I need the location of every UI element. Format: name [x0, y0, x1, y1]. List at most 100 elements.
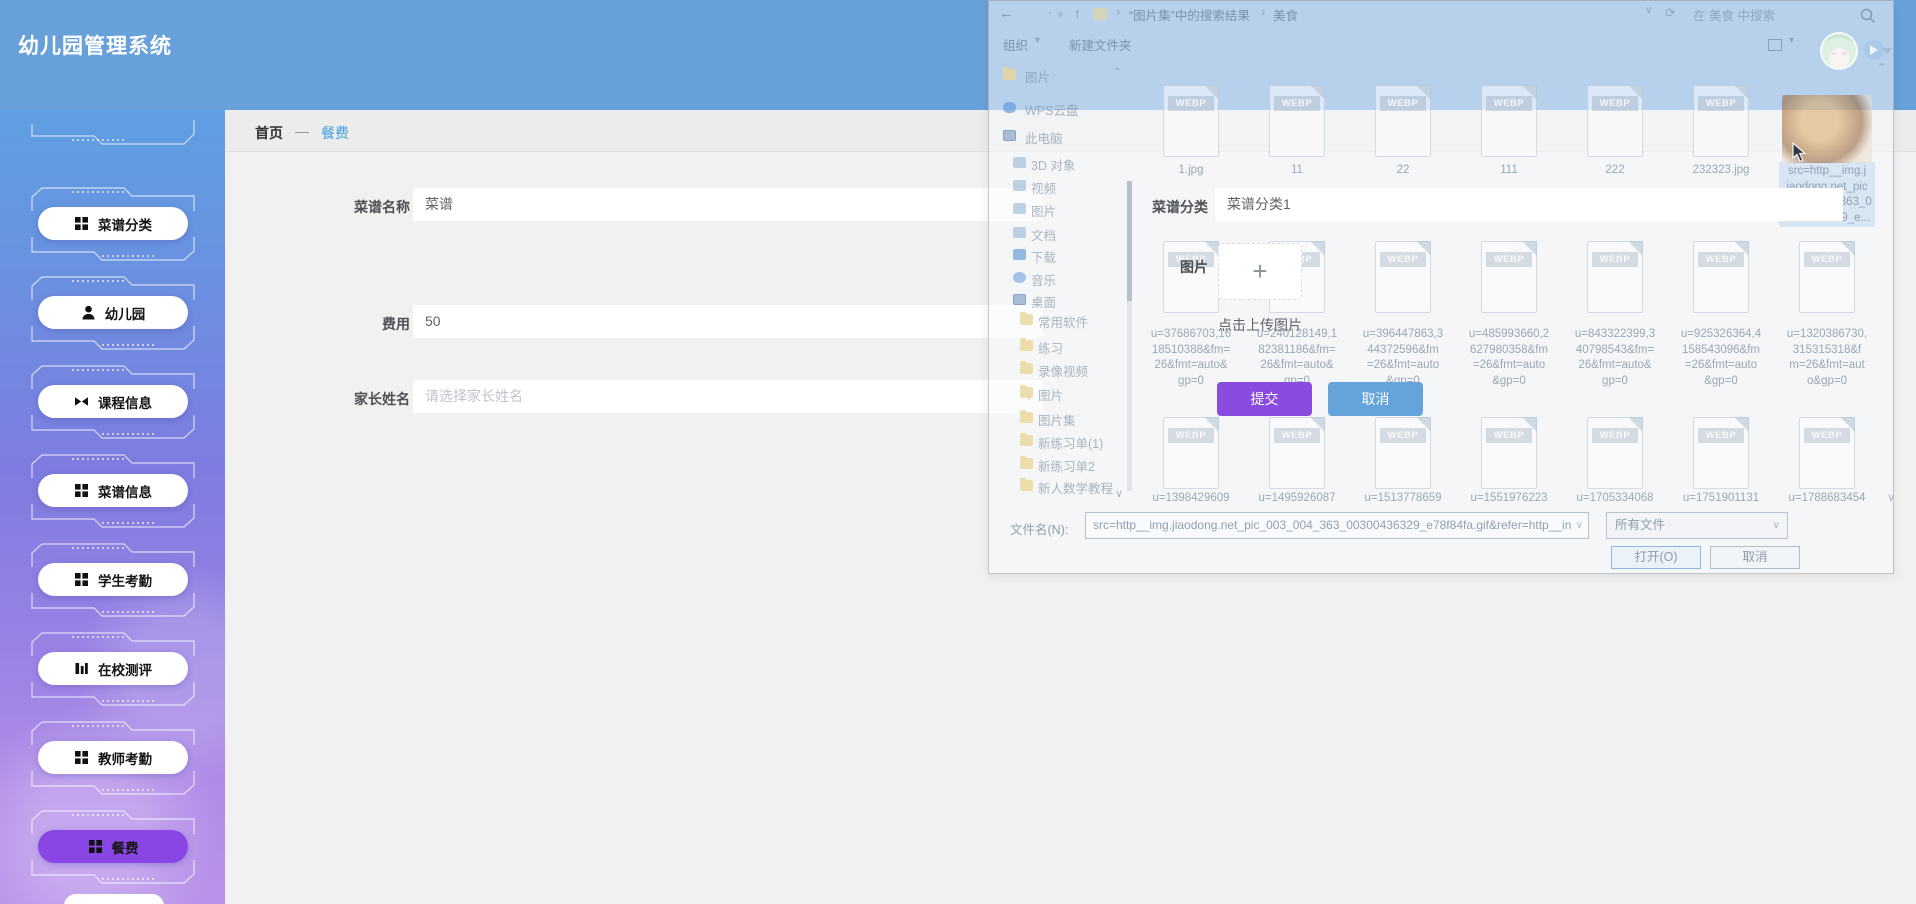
- view-mode-icon[interactable]: [1768, 39, 1782, 51]
- tree-item-录像视频[interactable]: 录像视频: [1038, 361, 1088, 380]
- grid-more-chevron-icon[interactable]: ∨: [1887, 491, 1895, 504]
- file-icon-webp[interactable]: WEBP: [1481, 85, 1537, 157]
- sidebar-pill[interactable]: 菜谱信息: [38, 474, 188, 507]
- file-icon-webp[interactable]: WEBP: [1587, 85, 1643, 157]
- recipe-name-input[interactable]: 菜谱: [413, 188, 1043, 221]
- file-icon-webp[interactable]: WEBP: [1375, 85, 1431, 157]
- image-upload-box[interactable]: +: [1218, 243, 1302, 300]
- file-icon-webp[interactable]: WEBP: [1693, 417, 1749, 489]
- file-name[interactable]: u=1320386730, 315315318&f m=26&fmt=aut o&gp…: [1777, 327, 1877, 389]
- submit-button[interactable]: 提交: [1217, 382, 1312, 416]
- sidebar-item-菜谱分类[interactable]: 菜谱分类: [28, 185, 198, 263]
- file-icon-webp[interactable]: WEBP: [1693, 241, 1749, 313]
- file-icon-webp[interactable]: WEBP: [1799, 417, 1855, 489]
- tree-item-3D 对象[interactable]: 3D 对象: [1031, 155, 1075, 174]
- sidebar-pill[interactable]: 幼儿园: [38, 296, 188, 329]
- view-caret-icon[interactable]: ▾: [1789, 35, 1794, 46]
- sidebar-pill[interactable]: 餐费: [38, 830, 188, 863]
- fee-input[interactable]: 50: [413, 305, 1043, 338]
- tree-item-音乐[interactable]: 音乐: [1031, 270, 1056, 289]
- breadcrumb-home[interactable]: 首页: [255, 123, 283, 143]
- parent-name-select[interactable]: 请选择家长姓名 ∨: [413, 380, 1043, 413]
- tree-item-图片[interactable]: 图片: [1038, 385, 1063, 404]
- new-folder-button[interactable]: 新建文件夹: [1069, 35, 1132, 54]
- file-icon-webp[interactable]: WEBP: [1269, 85, 1325, 157]
- webp-label: WEBP: [1380, 428, 1426, 443]
- file-icon-webp[interactable]: WEBP: [1799, 241, 1855, 313]
- file-name[interactable]: 111: [1459, 163, 1559, 179]
- file-icon-webp[interactable]: WEBP: [1587, 417, 1643, 489]
- file-name[interactable]: u=485993660,2 627980358&fm =26&fmt=auto &gp…: [1459, 327, 1559, 389]
- tree-item-常用软件[interactable]: 常用软件: [1038, 312, 1088, 331]
- breadcrumb-current[interactable]: 餐费: [321, 123, 349, 143]
- webp-label: WEBP: [1486, 96, 1532, 111]
- file-name[interactable]: 222: [1565, 163, 1665, 179]
- tree-scrollbar[interactable]: [1127, 181, 1132, 491]
- dialog-cancel-button[interactable]: 取消: [1710, 546, 1800, 569]
- file-icon-webp[interactable]: WEBP: [1163, 241, 1219, 313]
- tree-item-新练习单2[interactable]: 新练习单2: [1038, 456, 1095, 475]
- sidebar-pill[interactable]: 教师考勤: [38, 741, 188, 774]
- tree-item-桌面[interactable]: 桌面: [1031, 292, 1056, 311]
- collapse-icon[interactable]: ⌃: [1877, 61, 1886, 74]
- tree-item-图片集[interactable]: 图片集: [1038, 410, 1076, 429]
- file-name[interactable]: u=37686703,16 18510388&fm= 26&fmt=auto& gp=…: [1141, 327, 1241, 389]
- sidebar-item-菜谱信息[interactable]: 菜谱信息: [28, 452, 198, 530]
- file-icon-webp[interactable]: WEBP: [1375, 241, 1431, 313]
- address-chevron-icon[interactable]: ∨: [1645, 5, 1652, 16]
- sidebar-item-教师考勤[interactable]: 教师考勤: [28, 719, 198, 797]
- tree-more-chevron-icon[interactable]: ∨: [1115, 487, 1123, 500]
- sidebar-pill[interactable]: 在校测评: [38, 652, 188, 685]
- dialog-breadcrumb-search[interactable]: “图片集”中的搜索结果: [1129, 5, 1250, 24]
- sidebar-pill[interactable]: 课程信息: [38, 385, 188, 418]
- grid-icon: [75, 484, 88, 497]
- tree-item-新练习单(1)[interactable]: 新练习单(1): [1038, 433, 1103, 452]
- file-icon-webp[interactable]: WEBP: [1375, 417, 1431, 489]
- file-name[interactable]: u=925326364,4 158543096&fm =26&fmt=auto &gp…: [1671, 327, 1771, 389]
- tree-item-图片[interactable]: 图片: [1025, 67, 1050, 86]
- tree-item-练习[interactable]: 练习: [1038, 338, 1063, 357]
- sidebar-item-在校测评[interactable]: 在校测评: [28, 630, 198, 708]
- recipe-category-input[interactable]: 菜谱分类1: [1215, 188, 1843, 221]
- tree-item-WPS云盘[interactable]: WPS云盘: [1025, 100, 1078, 119]
- tree-item-视频[interactable]: 视频: [1031, 178, 1056, 197]
- refresh-icon[interactable]: ⟳: [1665, 5, 1675, 20]
- cancel-button[interactable]: 取消: [1328, 382, 1423, 416]
- sidebar-pill[interactable]: 学生考勤: [38, 563, 188, 596]
- tree-item-图片[interactable]: 图片: [1031, 201, 1056, 220]
- file-name[interactable]: u=843322399,3 40798543&fm= 26&fmt=auto& gp=…: [1565, 327, 1665, 389]
- organize-menu[interactable]: 组织: [1003, 35, 1028, 54]
- filename-input[interactable]: src=http__img.jiaodong.net_pic_003_004_3…: [1085, 512, 1589, 539]
- dialog-open-button[interactable]: 打开(O): [1611, 546, 1701, 569]
- file-name[interactable]: 1.jpg: [1141, 163, 1241, 179]
- history-chevron-icon[interactable]: ∨: [1057, 9, 1064, 20]
- file-icon-webp[interactable]: WEBP: [1163, 417, 1219, 489]
- sidebar-item-课程信息[interactable]: 课程信息: [28, 363, 198, 441]
- dialog-search-input[interactable]: 在 美食 中搜索: [1693, 5, 1775, 24]
- file-icon-webp[interactable]: WEBP: [1481, 241, 1537, 313]
- filename-chevron-icon[interactable]: ∨: [1576, 513, 1583, 538]
- file-name[interactable]: u=240128149,1 82381186&fm= 26&fmt=auto& gp=…: [1247, 327, 1347, 389]
- tree-item-此电脑[interactable]: 此电脑: [1025, 128, 1063, 147]
- sidebar-item-学生考勤[interactable]: 学生考勤: [28, 541, 198, 619]
- tree-item-文档[interactable]: 文档: [1031, 225, 1056, 244]
- file-icon-webp[interactable]: WEBP: [1587, 241, 1643, 313]
- back-icon[interactable]: ←: [999, 5, 1014, 22]
- file-icon-webp[interactable]: WEBP: [1269, 417, 1325, 489]
- file-icon-webp[interactable]: WEBP: [1163, 85, 1219, 157]
- file-name[interactable]: 11: [1247, 163, 1347, 179]
- up-icon[interactable]: ↑: [1074, 5, 1081, 21]
- file-name[interactable]: u=396447863,3 44372596&fm =26&fmt=auto &gp=…: [1353, 327, 1453, 389]
- tree-item-下载[interactable]: 下载: [1031, 247, 1056, 266]
- sidebar-item-餐费[interactable]: 餐费: [28, 808, 198, 886]
- file-name[interactable]: 232323.jpg: [1671, 163, 1771, 179]
- file-icon-webp[interactable]: WEBP: [1481, 417, 1537, 489]
- filetype-select[interactable]: 所有文件 ∨: [1606, 512, 1788, 539]
- tree-collapse-icon[interactable]: ⌃: [1113, 67, 1121, 78]
- sidebar-pill[interactable]: 菜谱分类: [38, 207, 188, 240]
- sidebar-item-幼儿园[interactable]: 幼儿园: [28, 274, 198, 352]
- file-name[interactable]: 22: [1353, 163, 1453, 179]
- tree-item-新人数学教程[interactable]: 新人数学教程: [1038, 478, 1113, 497]
- file-icon-webp[interactable]: WEBP: [1693, 85, 1749, 157]
- dialog-breadcrumb-current[interactable]: 美食: [1273, 5, 1298, 24]
